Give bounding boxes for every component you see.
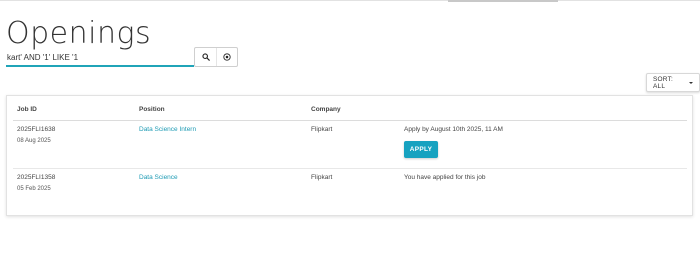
top-nav-indicator — [448, 0, 558, 2]
row-2-date: 05 Feb 2025 — [17, 186, 51, 192]
caret-down-icon — [689, 81, 693, 84]
row-1-position-link[interactable]: Data Science Intern — [139, 126, 196, 133]
row-1-job-id: 2025FLI1638 — [17, 126, 56, 133]
search-icon — [201, 53, 210, 61]
apply-button[interactable]: APPLY — [404, 141, 438, 158]
page-title: Openings — [6, 16, 152, 51]
sort-dropdown[interactable]: SORT: ALL — [646, 73, 700, 92]
openings-table-card — [6, 95, 693, 216]
row-divider — [13, 168, 687, 169]
search-button-group — [194, 47, 238, 67]
search-button[interactable] — [195, 48, 216, 66]
search-input[interactable] — [6, 48, 194, 67]
row-1-company: Flipkart — [311, 126, 333, 133]
column-header-job-id: Job ID — [17, 106, 37, 113]
row-2-company: Flipkart — [311, 174, 333, 181]
row-1-status: Apply by August 10th 2025, 11 AM — [404, 126, 503, 133]
row-2-position-link[interactable]: Data Science — [139, 174, 178, 181]
clear-search-button[interactable] — [216, 48, 237, 66]
header-divider — [13, 120, 687, 121]
top-border — [0, 0, 700, 1]
sort-label: SORT: ALL — [653, 75, 674, 90]
clear-icon — [223, 53, 231, 61]
column-header-company: Company — [311, 106, 341, 113]
column-header-position: Position — [139, 106, 165, 113]
search-field[interactable] — [6, 47, 194, 67]
row-2-job-id: 2025FLI1358 — [17, 174, 56, 181]
row-2-status: You have applied for this job — [404, 174, 486, 181]
row-1-date: 08 Aug 2025 — [17, 138, 51, 144]
